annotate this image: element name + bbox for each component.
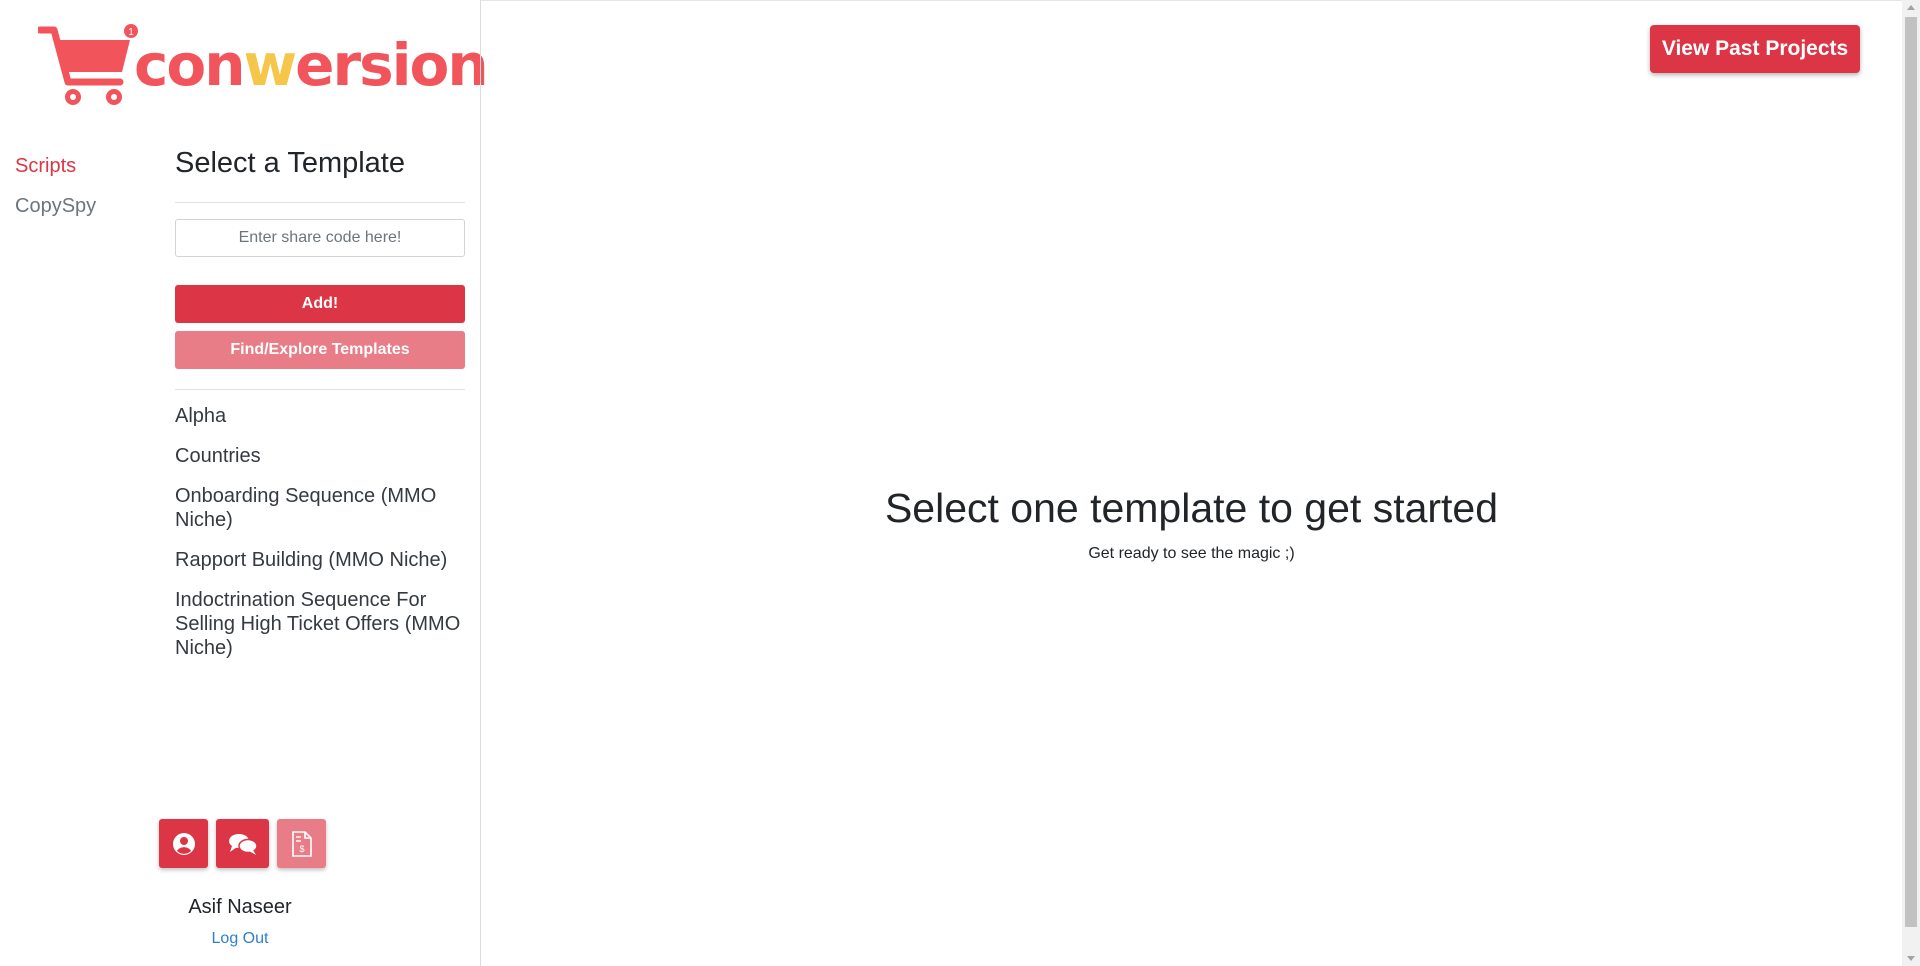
add-button[interactable]: Add! [175,285,465,323]
logo-part-1: con [134,31,246,99]
template-panel: Select a Template Add! Find/Explore Temp… [175,144,465,676]
empty-state-title: Select one template to get started [884,485,1499,531]
main-nav: Scripts CopySpy [15,146,96,226]
vertical-scrollbar[interactable] [1902,0,1920,966]
chat-button[interactable] [216,819,269,868]
scroll-up-arrow-icon[interactable] [1907,5,1915,10]
profile-button[interactable] [159,819,208,868]
sidebar: 1 conwersion Scripts CopySpy Select a Te… [0,0,489,966]
shopping-cart-icon: 1 [38,24,138,105]
logo-part-2: w [243,31,298,99]
divider [175,202,465,203]
footer-actions: $ [159,819,326,868]
nav-item-copyspy[interactable]: CopySpy [15,186,96,226]
template-list: Alpha Countries Onboarding Sequence (MMO… [175,404,465,660]
template-item-alpha[interactable]: Alpha [175,404,465,428]
template-item-onboarding[interactable]: Onboarding Sequence (MMO Niche) [175,484,465,532]
divider [175,389,465,390]
user-circle-icon [172,832,195,855]
scroll-down-arrow-icon[interactable] [1907,956,1915,961]
template-item-indoctrination[interactable]: Indoctrination Sequence For Selling High… [175,588,465,660]
template-item-rapport[interactable]: Rapport Building (MMO Niche) [175,548,465,572]
invoice-icon: $ [291,830,312,857]
share-code-input[interactable] [175,219,465,257]
scroll-thumb[interactable] [1905,17,1917,927]
logo-part-3: ersion [295,31,488,99]
svg-text:$: $ [299,844,304,854]
logo-wordmark: conwersion [134,30,489,100]
billing-button[interactable]: $ [277,819,326,868]
main-content: View Past Projects Select one template t… [481,0,1902,966]
panel-title: Select a Template [175,147,405,179]
logo[interactable]: 1 conwersion [38,22,489,112]
view-past-projects-button[interactable]: View Past Projects [1650,25,1860,73]
logout-link[interactable]: Log Out [150,930,330,948]
explore-templates-button[interactable]: Find/Explore Templates [175,331,465,369]
nav-item-scripts[interactable]: Scripts [15,146,96,186]
chat-bubbles-icon [228,833,258,855]
template-item-countries[interactable]: Countries [175,444,465,468]
user-name: Asif Naseer [188,896,292,918]
empty-state-subtitle: Get ready to see the magic ;) [1088,545,1295,562]
